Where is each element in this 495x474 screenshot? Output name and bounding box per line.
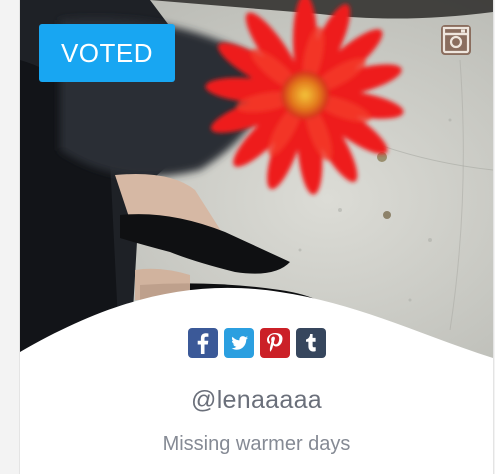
- share-buttons: [20, 328, 493, 362]
- voted-badge: VOTED: [39, 24, 175, 82]
- pinterest-share-button[interactable]: [259, 328, 290, 358]
- facebook-icon: [187, 328, 218, 358]
- tumblr-share-button[interactable]: [295, 328, 326, 358]
- twitter-share-button[interactable]: [223, 328, 254, 358]
- tumblr-icon: [295, 328, 326, 358]
- post-caption: Missing warmer days: [162, 433, 351, 455]
- username-link[interactable]: @lenaaaaa: [20, 386, 493, 415]
- instagram-icon[interactable]: [441, 25, 471, 55]
- twitter-icon: [223, 328, 254, 358]
- facebook-share-button[interactable]: [187, 328, 218, 358]
- pinterest-icon: [259, 328, 290, 358]
- photo-card: VOTED @lenaaaaa Missing warmer days: [19, 0, 494, 474]
